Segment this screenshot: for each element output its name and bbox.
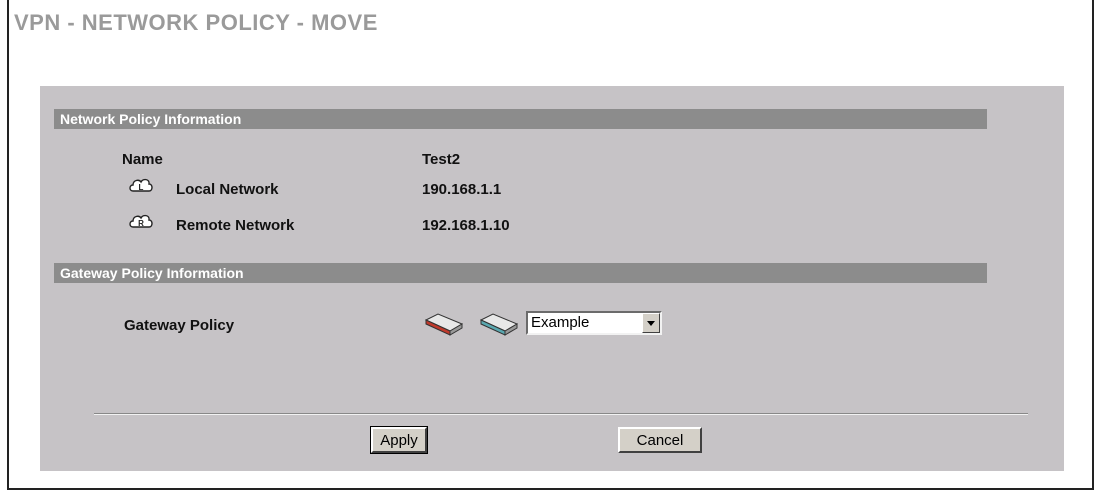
local-network-label: Local Network [176,181,279,198]
chevron-down-icon[interactable] [642,313,660,333]
svg-text:R: R [138,219,144,228]
name-value: Test2 [422,151,461,168]
svg-text:L: L [139,183,144,192]
name-label: Name [122,151,163,168]
footer-divider [94,413,1028,415]
gateway-policy-selected-value: Example [531,314,590,331]
gateway-policy-select[interactable]: Example [526,311,662,335]
gateway-policy-label: Gateway Policy [124,317,235,334]
remote-network-icon: R [129,214,153,228]
router-teal-icon [479,313,519,336]
gateway-policy-section-header: Gateway Policy Information [54,263,987,283]
local-network-value: 190.168.1.1 [422,181,502,198]
local-network-icon: L [129,178,153,192]
remote-network-value: 192.168.1.10 [422,217,510,234]
apply-button[interactable]: Apply [370,426,428,454]
page-title: VPN - NETWORK POLICY - MOVE [14,10,378,35]
router-red-icon [424,313,464,336]
cancel-button[interactable]: Cancel [618,427,702,453]
remote-network-label: Remote Network [176,217,295,234]
network-policy-section-header: Network Policy Information [54,109,987,129]
